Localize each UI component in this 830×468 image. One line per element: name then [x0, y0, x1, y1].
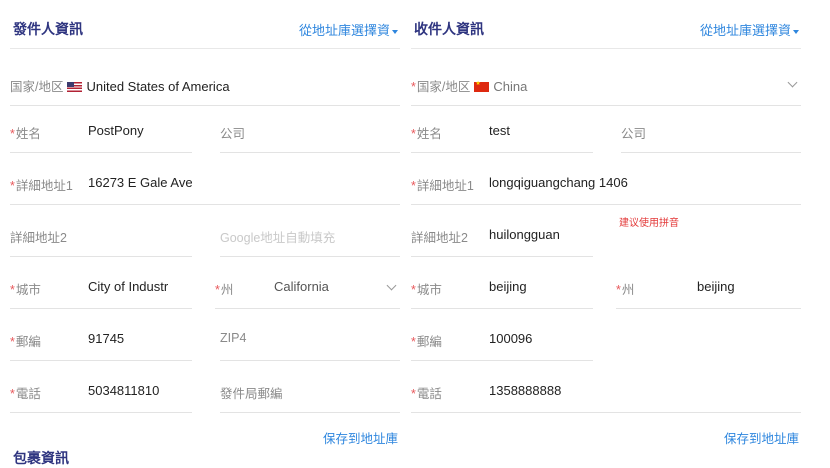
chevron-down-icon [787, 77, 798, 88]
receiver-name-label: 姓名 [416, 127, 442, 141]
sender-title: 發件人資訊 [13, 21, 83, 37]
receiver-address2-field[interactable]: 詳細地址2 huilongguan [411, 207, 593, 257]
required-mark: * [411, 387, 416, 401]
required-mark: * [616, 283, 621, 297]
receiver-name-value: test [489, 123, 510, 138]
package-info-title: 包裹資訊 [13, 450, 69, 466]
sender-zip4-placeholder: ZIP4 [220, 331, 247, 345]
sender-header: 發件人資訊 從地址庫選擇資 [10, 0, 400, 49]
sender-zip-value: 91745 [88, 331, 125, 346]
sender-address-book-label: 從地址庫選擇資 [298, 23, 390, 38]
receiver-city-field[interactable]: *城市 beijing [411, 259, 593, 309]
sender-zip-field[interactable]: *郵編 91745 [10, 311, 192, 361]
receiver-address1-field[interactable]: *詳細地址1 longqiguangchang 1406 [411, 155, 801, 205]
sender-panel: 發件人資訊 從地址庫選擇資 国家/地区 United States of Amer… [10, 0, 400, 466]
sender-address1-label: 詳細地址1 [15, 179, 73, 193]
pinyin-hint: 建议使用拼音 [619, 218, 679, 229]
sender-country-field[interactable]: 国家/地区 United States of America [10, 56, 400, 106]
receiver-address2-label: 詳細地址2 [411, 231, 468, 245]
receiver-address-book-select[interactable]: 從地址庫選擇資 [700, 20, 799, 39]
sender-address2-label: 詳細地址2 [10, 231, 67, 245]
required-mark: * [411, 80, 416, 94]
receiver-address1-label: 詳細地址1 [416, 179, 474, 193]
required-mark: * [10, 335, 15, 349]
receiver-city-label: 城市 [416, 283, 442, 297]
required-mark: * [10, 179, 15, 193]
sender-country-label: 国家/地区 [10, 80, 64, 94]
sender-address1-field[interactable]: *詳細地址1 16273 E Gale Ave [10, 155, 400, 205]
sender-address2-field[interactable]: 詳細地址2 [10, 207, 192, 257]
sender-name-label: 姓名 [15, 127, 41, 141]
sender-post-office-zip-input[interactable]: 發件局郵編 [220, 363, 400, 413]
sender-phone-field[interactable]: *電話 5034811810 [10, 363, 192, 413]
receiver-state-value: beijing [697, 279, 735, 294]
receiver-phone-field[interactable]: *電話 1358888888 [411, 363, 801, 413]
required-mark: * [411, 179, 416, 193]
sender-name-field[interactable]: *姓名 PostPony [10, 103, 192, 153]
required-mark: * [411, 283, 416, 297]
sender-name-value: PostPony [88, 123, 144, 138]
receiver-zip-field[interactable]: *郵編 100096 [411, 311, 593, 361]
receiver-phone-value: 1358888888 [489, 383, 562, 398]
receiver-zip-value: 100096 [489, 331, 533, 346]
sender-phone-label: 電話 [15, 387, 41, 401]
receiver-country-value: China [493, 79, 528, 94]
receiver-address2-value: huilongguan [489, 227, 560, 242]
receiver-address1-value: longqiguangchang 1406 [489, 175, 628, 190]
receiver-country-select[interactable]: *国家/地区 China [411, 56, 801, 106]
receiver-company-input[interactable]: 公司 [621, 103, 801, 153]
china-flag-icon [474, 79, 490, 92]
sender-save-to-address-book-link[interactable]: 保存到地址庫 [323, 428, 398, 447]
sender-company-placeholder: 公司 [220, 127, 246, 141]
sender-address1-value: 16273 E Gale Ave [88, 175, 193, 190]
sender-city-field[interactable]: *城市 City of Industr [10, 259, 192, 309]
caret-down-icon [793, 29, 799, 34]
receiver-company-placeholder: 公司 [621, 127, 647, 141]
sender-post-office-zip-placeholder: 發件局郵編 [220, 387, 283, 401]
receiver-title: 收件人資訊 [414, 21, 484, 37]
sender-zip4-input[interactable]: ZIP4 [220, 311, 400, 361]
receiver-address-book-label: 從地址庫選擇資 [699, 23, 791, 38]
sender-google-autofill-placeholder: Google地址自動填充 [220, 231, 336, 245]
required-mark: * [10, 127, 15, 141]
receiver-header: 收件人資訊 從地址庫選擇資 [411, 0, 801, 49]
sender-address-book-select[interactable]: 從地址庫選擇資 [299, 20, 398, 39]
receiver-phone-label: 電話 [416, 387, 442, 401]
receiver-state-field[interactable]: *州 beijing [616, 259, 801, 309]
receiver-state-label: 州 [621, 283, 635, 297]
receiver-country-label: 国家/地区 [416, 80, 471, 94]
sender-zip-label: 郵編 [15, 335, 41, 349]
sender-state-value: California [274, 279, 329, 294]
sender-phone-value: 5034811810 [88, 383, 160, 398]
receiver-city-value: beijing [489, 279, 527, 294]
sender-state-select[interactable]: *州 California [215, 259, 400, 309]
us-flag-icon [67, 82, 83, 92]
required-mark: * [411, 335, 416, 349]
receiver-name-field[interactable]: *姓名 test [411, 103, 593, 153]
receiver-zip-label: 郵編 [416, 335, 442, 349]
chevron-down-icon [386, 280, 397, 291]
required-mark: * [10, 387, 15, 401]
receiver-panel: 收件人資訊 從地址庫選擇資 *国家/地区China *姓名 test 公司 *詳… [411, 0, 801, 466]
required-mark: * [215, 283, 220, 297]
sender-state-label: 州 [220, 283, 234, 297]
sender-company-input[interactable]: 公司 [220, 103, 400, 153]
sender-city-label: 城市 [15, 283, 41, 297]
caret-down-icon [392, 29, 398, 34]
sender-city-value: City of Industr [88, 279, 169, 294]
receiver-save-to-address-book-link[interactable]: 保存到地址庫 [724, 428, 799, 447]
required-mark: * [411, 127, 416, 141]
required-mark: * [10, 283, 15, 297]
sender-country-value: United States of America [86, 79, 230, 94]
sender-google-autofill-input[interactable]: Google地址自動填充 [220, 207, 400, 257]
